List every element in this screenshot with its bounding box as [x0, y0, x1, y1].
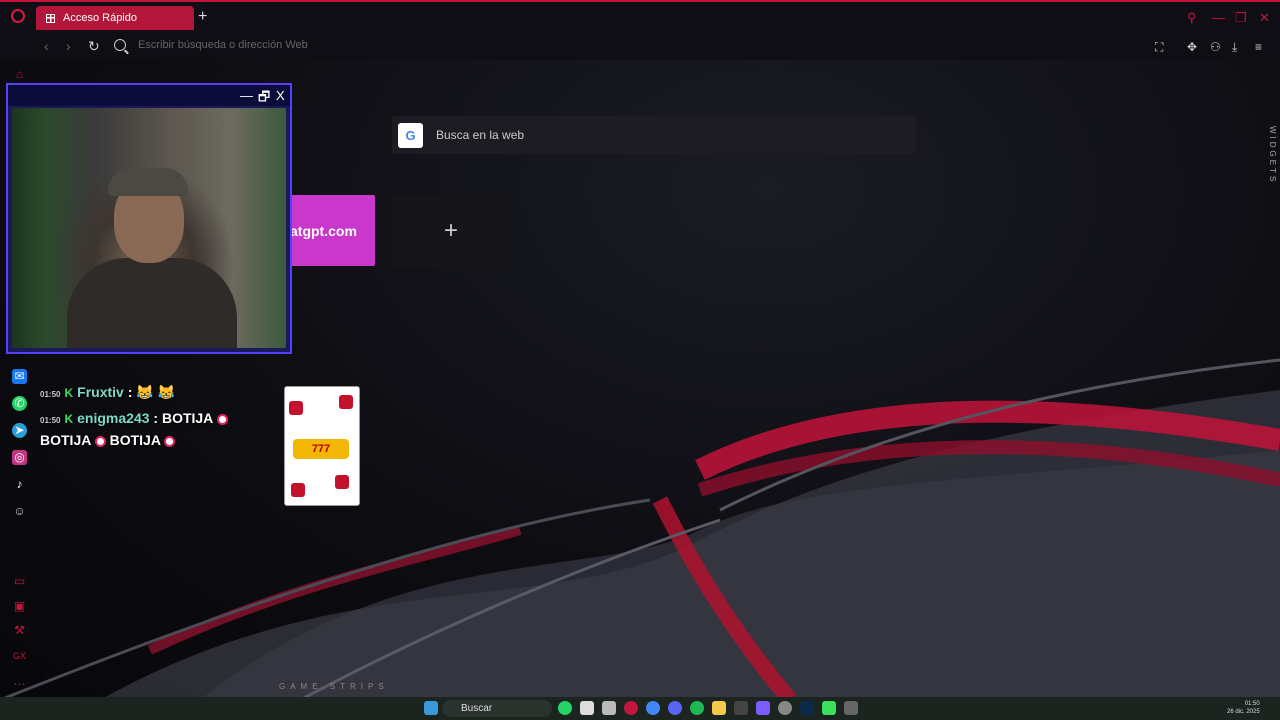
opera-logo-icon[interactable]	[11, 9, 25, 23]
telegram-icon[interactable]: ➤	[12, 423, 27, 438]
dice-icon	[291, 483, 305, 497]
chat-time: 01:50	[40, 416, 61, 425]
webcam-restore[interactable]: 🗗	[258, 88, 270, 110]
chat-text: BOTIJA	[109, 432, 161, 448]
player-icon[interactable]: ▭	[12, 574, 27, 589]
instagram-icon[interactable]: ◎	[12, 450, 27, 465]
chat-text: :	[127, 384, 133, 400]
clock-date: 26 dic. 2025	[1227, 709, 1260, 715]
forward-button[interactable]: ›	[66, 38, 71, 54]
menu-icon[interactable]: ≡	[1255, 40, 1262, 54]
taskbar-clock[interactable]: 01:50 26 dic. 2025	[1227, 700, 1260, 716]
game-strips-label: GAME STRIPS	[279, 682, 389, 691]
capcut-taskbar-icon[interactable]	[734, 701, 748, 715]
calendar-taskbar-icon[interactable]	[580, 701, 594, 715]
webcam-title-bar[interactable]: — 🗗 X	[8, 85, 290, 106]
chat-message: 01:50 K Fruxtiv : 😹 😹	[40, 384, 175, 401]
slot-machine-overlay: 777	[284, 386, 360, 506]
webcam-minimize[interactable]: —	[240, 88, 253, 103]
maximize-button[interactable]: ❐	[1235, 10, 1247, 26]
chat-text: : BOTIJA	[153, 410, 213, 426]
emote-icon	[216, 413, 228, 425]
speed-dial-icon	[46, 13, 55, 23]
back-button[interactable]: ‹	[44, 38, 49, 54]
close-button[interactable]: ✕	[1259, 10, 1270, 26]
tab-label: Acceso Rápido	[63, 12, 137, 24]
whatsapp-icon[interactable]: ✆	[12, 396, 27, 411]
chat-user: Fruxtiv	[77, 384, 124, 400]
webcam-feed	[12, 108, 286, 348]
app-taskbar-icon[interactable]	[800, 701, 814, 715]
tab-acceso-rapido[interactable]: Acceso Rápido	[36, 6, 194, 30]
emote-icon: 😹 😹	[136, 384, 176, 400]
calculator-taskbar-icon[interactable]	[844, 701, 858, 715]
chat-user: enigma243	[77, 410, 150, 426]
emote-icon	[164, 435, 176, 447]
grid-taskbar-icon[interactable]	[756, 701, 770, 715]
opera-taskbar-icon[interactable]	[624, 701, 638, 715]
chat-text: BOTIJA	[40, 432, 91, 448]
kick-badge-icon: K	[64, 412, 74, 426]
google-icon: G	[398, 123, 423, 148]
extensions-icon[interactable]: ✥	[1187, 40, 1197, 54]
web-search-placeholder: Busca en la web	[436, 128, 525, 142]
windows-start-icon[interactable]	[424, 701, 438, 715]
dice-icon	[339, 395, 353, 409]
taskbar-search-label: Buscar	[461, 703, 493, 714]
search-icon	[114, 39, 126, 51]
address-input[interactable]: Escribir búsqueda o dirección Web	[138, 39, 308, 51]
account-icon[interactable]: ⚇	[1210, 40, 1221, 54]
webcam-close[interactable]: X	[276, 88, 285, 103]
discord-icon[interactable]: ☺	[12, 504, 27, 519]
reload-button[interactable]: ↻	[88, 38, 100, 55]
taskbar-search[interactable]: Buscar	[442, 700, 552, 717]
add-speed-dial-button[interactable]: +	[392, 195, 510, 266]
streamer-cap	[108, 168, 188, 196]
kick-badge-icon: K	[64, 386, 74, 400]
dice-icon	[289, 401, 303, 415]
chat-message-continuation: BOTIJA BOTIJA	[40, 432, 176, 448]
tile-label: atgpt.com	[290, 223, 357, 239]
streamer-body	[67, 258, 237, 348]
gx-icon[interactable]: GX	[12, 649, 27, 664]
clock-time: 01:50	[1244, 701, 1260, 707]
chat-time: 01:50	[40, 390, 61, 399]
snapshot-icon[interactable]: ⛶	[1155, 40, 1163, 55]
whatsapp-taskbar-icon[interactable]	[558, 701, 572, 715]
file-taskbar-icon[interactable]	[602, 701, 616, 715]
search-tabs-icon[interactable]: ⚲	[1187, 10, 1197, 26]
tools-icon[interactable]: ⚒	[12, 623, 27, 638]
game-taskbar-icon[interactable]	[822, 701, 836, 715]
discord-taskbar-icon[interactable]	[668, 701, 682, 715]
slot-reels: 777	[293, 439, 349, 459]
web-search-box[interactable]: G Busca en la web	[392, 116, 916, 154]
minimize-button[interactable]: —	[1212, 10, 1225, 25]
downloads-icon[interactable]: ⤓	[1232, 40, 1237, 55]
folder-taskbar-icon[interactable]	[712, 701, 726, 715]
spotify-taskbar-icon[interactable]	[690, 701, 704, 715]
emote-icon	[94, 435, 106, 447]
chat-message: 01:50 Kenigma243 : BOTIJA	[40, 410, 228, 426]
widgets-toggle[interactable]: WIDGETS	[1263, 126, 1277, 216]
windows-taskbar	[0, 697, 1280, 720]
dice-icon	[335, 475, 349, 489]
webcam-window[interactable]: — 🗗 X	[6, 83, 292, 354]
tiktok-icon[interactable]: ♪	[12, 477, 27, 492]
cube-icon[interactable]: ▣	[12, 599, 27, 614]
more-icon[interactable]: ⋯	[12, 677, 27, 692]
messenger-icon[interactable]: ✉	[12, 369, 27, 384]
chrome-taskbar-icon[interactable]	[646, 701, 660, 715]
settings-taskbar-icon[interactable]	[778, 701, 792, 715]
speed-dial-tile-chatgpt[interactable]: atgpt.com	[286, 195, 375, 266]
home-icon[interactable]: ⌂	[12, 67, 27, 82]
new-tab-button[interactable]: +	[198, 9, 207, 25]
